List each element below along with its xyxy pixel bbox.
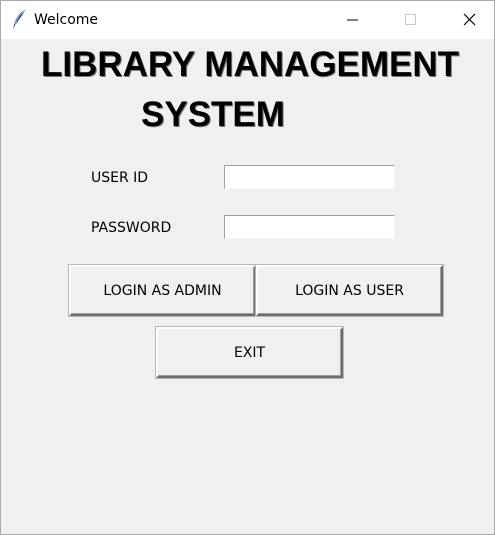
user-id-label: USER ID: [91, 170, 149, 186]
title-bar[interactable]: Welcome: [1, 1, 494, 39]
feather-icon: [11, 9, 27, 31]
minimize-icon[interactable]: [329, 1, 375, 39]
app-title-line-1: LIBRARY MANAGEMENT: [41, 45, 460, 84]
login-as-user-button[interactable]: LOGIN AS USER: [256, 265, 443, 316]
welcome-window: Welcome LIBRARY MANAGEMENT SYSTEM USER I…: [0, 0, 495, 535]
close-icon[interactable]: [448, 1, 494, 39]
password-input[interactable]: [224, 215, 395, 239]
login-as-admin-button[interactable]: LOGIN AS ADMIN: [69, 265, 256, 316]
user-id-input[interactable]: [224, 165, 395, 189]
app-title-line-2: SYSTEM: [141, 95, 285, 134]
exit-button[interactable]: EXIT: [156, 327, 343, 378]
window-title: Welcome: [34, 12, 99, 28]
maximize-icon[interactable]: [387, 1, 433, 39]
password-label: PASSWORD: [91, 220, 172, 236]
